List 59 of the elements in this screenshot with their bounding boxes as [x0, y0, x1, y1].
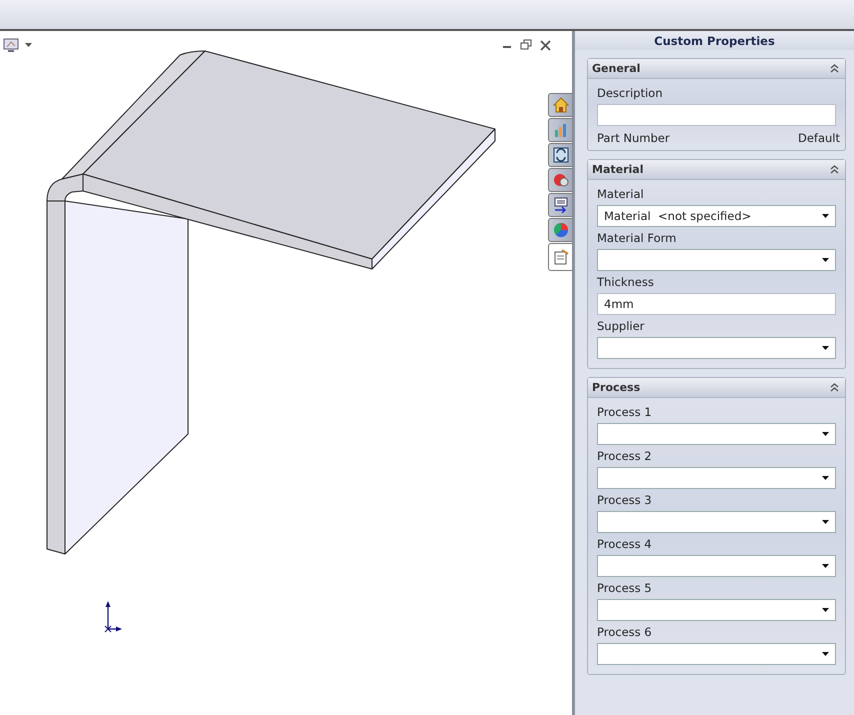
panel-title: Custom Properties — [575, 31, 854, 50]
dropdown-field[interactable] — [597, 337, 836, 359]
field-label: Process 1 — [597, 405, 653, 419]
input-field[interactable]: 4mm — [597, 293, 836, 315]
dropdown-arrow-icon[interactable] — [822, 346, 829, 350]
dropdown-arrow-icon[interactable] — [822, 520, 829, 524]
field-label: Part Number — [597, 131, 670, 145]
panel-tab[interactable] — [548, 243, 572, 271]
caret-icon[interactable] — [25, 43, 32, 47]
field-value: Default — [798, 131, 840, 145]
group-header[interactable]: Material — [588, 160, 845, 180]
dropdown-arrow-icon[interactable] — [822, 258, 829, 262]
field-value: 4mm — [604, 297, 634, 311]
refresh-icon — [552, 147, 568, 163]
panel-tab[interactable] — [548, 193, 572, 217]
dropdown-field[interactable]: Material <not specified> — [597, 205, 836, 227]
group-title: General — [592, 62, 640, 75]
field-label: Process 3 — [597, 493, 653, 507]
coordinate-axes-icon — [102, 601, 122, 635]
field-label: Process 4 — [597, 537, 653, 551]
restore-icon[interactable] — [520, 39, 532, 51]
color-ball-icon — [552, 222, 568, 238]
panel-tab[interactable] — [548, 143, 572, 167]
dropdown-field[interactable] — [597, 599, 836, 621]
field-label: Supplier — [597, 319, 646, 333]
collapse-icon[interactable] — [830, 165, 839, 174]
dropdown-arrow-icon[interactable] — [822, 608, 829, 612]
dropdown-arrow-icon[interactable] — [822, 652, 829, 656]
input-field[interactable] — [597, 104, 836, 126]
dropdown-arrow-icon[interactable] — [822, 476, 829, 480]
dropdown-arrow-icon[interactable] — [822, 214, 829, 218]
field-label: Process 5 — [597, 581, 653, 595]
group-header[interactable]: Process — [588, 378, 845, 398]
field-label: Material — [597, 187, 645, 201]
panel-tab[interactable] — [548, 168, 572, 192]
bar-chart-icon — [552, 122, 568, 138]
dropdown-field[interactable] — [597, 467, 836, 489]
form-icon — [552, 197, 568, 213]
field-label: Process 6 — [597, 625, 653, 639]
dropdown-arrow-icon[interactable] — [822, 564, 829, 568]
clipboard-icon — [552, 249, 568, 265]
dropdown-field[interactable] — [597, 511, 836, 533]
field-label: Material Form — [597, 231, 678, 245]
group-title: Material — [592, 163, 644, 176]
dropdown-field[interactable] — [597, 643, 836, 665]
house-icon — [552, 97, 568, 113]
dropdown-field[interactable] — [597, 555, 836, 577]
dropdown-arrow-icon[interactable] — [822, 432, 829, 436]
field-label: Thickness — [597, 275, 655, 289]
close-icon[interactable] — [540, 40, 551, 50]
field-label: Process 2 — [597, 449, 653, 463]
collapse-icon[interactable] — [830, 383, 839, 392]
field-value: Material <not specified> — [604, 209, 752, 223]
field-label: Description — [597, 86, 664, 100]
dropdown-field[interactable] — [597, 249, 836, 271]
group-title: Process — [592, 381, 640, 394]
collapse-icon[interactable] — [830, 64, 839, 73]
group-header[interactable]: General — [588, 59, 845, 79]
dropdown-field[interactable] — [597, 423, 836, 445]
